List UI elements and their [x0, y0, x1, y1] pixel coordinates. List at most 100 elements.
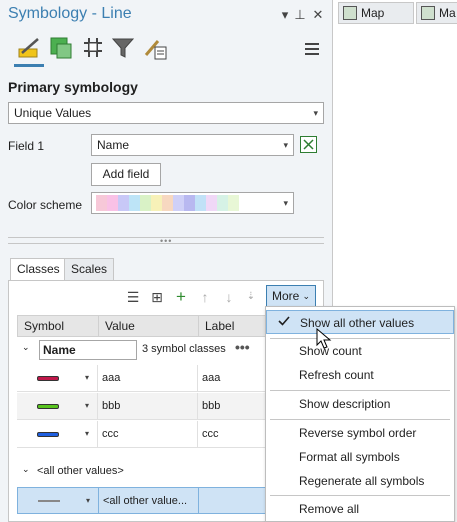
line-symbol-swatch[interactable] — [37, 404, 59, 409]
label-classes-icon — [144, 40, 167, 60]
menu-separator — [270, 495, 450, 496]
color-swatch — [107, 195, 118, 211]
color-scheme-label: Color scheme — [8, 198, 83, 212]
resize-grip-icon[interactable]: ••• — [160, 236, 172, 246]
renderer-value: Unique Values — [14, 106, 92, 120]
mouse-cursor-icon — [316, 328, 332, 349]
more-menu: Show all other values Show count Refresh… — [265, 306, 455, 522]
all-other-group-label: <all other values> — [37, 465, 124, 477]
chevron-down-icon: ▾ — [283, 198, 288, 208]
menu-item-regenerate-all-symbols[interactable]: Regenerate all symbols — [266, 469, 454, 493]
menu-item-show-description[interactable]: Show description — [266, 392, 454, 416]
field1-value: Name — [97, 138, 130, 152]
row-value[interactable]: aaa — [97, 365, 197, 391]
color-swatch — [217, 195, 228, 211]
line-symbol-swatch[interactable] — [38, 500, 60, 502]
chevron-down-icon[interactable]: ▾ — [85, 421, 89, 447]
field1-select[interactable]: Name ▾ — [91, 134, 294, 156]
move-down-icon[interactable]: ↓ — [221, 289, 237, 305]
tab-scales[interactable]: Scales — [64, 258, 115, 280]
row-value[interactable]: bbb — [97, 393, 197, 419]
chevron-down-icon: ▾ — [283, 140, 288, 150]
row-value[interactable]: ccc — [97, 421, 197, 447]
row-label[interactable]: aaa — [197, 365, 267, 391]
label-classes-tool[interactable] — [142, 35, 168, 61]
primary-symbology-tool[interactable] — [14, 35, 44, 67]
group-field-input[interactable]: Name — [39, 340, 137, 360]
color-scheme-swatches — [96, 195, 239, 214]
menu-item-show-all-other-values[interactable]: Show all other values — [266, 310, 454, 334]
row-label[interactable]: bbb — [197, 393, 267, 419]
menu-item-show-count[interactable]: Show count — [266, 339, 454, 363]
color-scheme-select[interactable]: ▾ — [91, 192, 294, 214]
pin-icon[interactable]: ⊥ — [293, 7, 307, 23]
color-swatch — [140, 195, 151, 211]
map-icon — [343, 6, 357, 20]
color-swatch — [173, 195, 184, 211]
color-swatch — [162, 195, 173, 211]
column-header-symbol[interactable]: Symbol — [18, 316, 98, 336]
section-divider — [8, 243, 324, 244]
table-view-icon[interactable]: ☰ — [125, 289, 141, 305]
group-count: 3 symbol classes — [142, 343, 226, 355]
vary-symbology-tool[interactable] — [48, 35, 74, 61]
map-tab-1[interactable]: Map — [338, 2, 414, 24]
line-symbol-swatch[interactable] — [37, 376, 59, 381]
pane-title: Symbology - Line — [8, 5, 132, 22]
pane-options-dropdown-icon[interactable]: ▾ — [278, 7, 292, 23]
filter-tool[interactable] — [110, 35, 136, 61]
renderer-select[interactable]: Unique Values ▾ — [8, 102, 324, 124]
menu-item-format-all-symbols[interactable]: Format all symbols — [266, 445, 454, 469]
symbology-toolbar — [0, 32, 333, 70]
more-button[interactable]: More ⌄ — [266, 285, 316, 307]
primary-symbology-heading: Primary symbology — [8, 79, 138, 95]
menu-item-reverse-symbol-order[interactable]: Reverse symbol order — [266, 421, 454, 445]
map-tab-label: Ma — [439, 6, 456, 20]
column-header-value[interactable]: Value — [98, 316, 198, 336]
row-label[interactable] — [198, 488, 268, 514]
move-bottom-icon[interactable]: ⇣ — [243, 289, 259, 305]
menu-item-remove-all[interactable]: Remove all — [266, 497, 454, 521]
group-options-icon[interactable]: ••• — [235, 339, 250, 355]
function-icon — [303, 139, 314, 150]
map-tab-label: Map — [361, 6, 385, 20]
symbol-layers-icon — [84, 38, 102, 57]
menu-separator — [270, 419, 450, 420]
pane-menu-icon[interactable] — [305, 43, 319, 55]
chevron-down-icon[interactable]: ▾ — [85, 365, 89, 391]
tab-classes[interactable]: Classes — [10, 258, 67, 280]
line-symbol-swatch[interactable] — [37, 432, 59, 437]
color-swatch — [228, 195, 239, 211]
collapse-icon[interactable]: ⌄ — [22, 342, 30, 353]
color-swatch — [129, 195, 140, 211]
color-swatch — [118, 195, 129, 211]
chevron-down-icon: ▾ — [313, 108, 318, 118]
checkmark-icon — [278, 316, 290, 326]
add-values-icon[interactable]: ⊞ — [149, 289, 165, 305]
close-icon[interactable]: ✕ — [311, 7, 325, 23]
filter-icon — [111, 38, 135, 58]
color-swatch — [195, 195, 206, 211]
field1-label: Field 1 — [8, 139, 45, 153]
pane-title-bar: Symbology - Line ▾ ⊥ ✕ — [0, 0, 333, 32]
more-label: More — [272, 289, 300, 303]
collapse-icon[interactable]: ⌄ — [22, 464, 30, 475]
chevron-down-icon[interactable]: ▾ — [86, 488, 90, 514]
color-swatch — [151, 195, 162, 211]
menu-item-refresh-count[interactable]: Refresh count — [266, 363, 454, 387]
color-swatch — [184, 195, 195, 211]
expression-icon[interactable] — [300, 136, 317, 153]
map-tab-2[interactable]: Ma — [416, 2, 457, 24]
add-field-button[interactable]: Add field — [91, 163, 161, 186]
color-swatch — [206, 195, 217, 211]
row-value[interactable]: <all other value... — [98, 488, 198, 514]
add-class-icon[interactable]: + — [173, 288, 189, 305]
symbol-layers-tool[interactable] — [80, 35, 106, 61]
move-up-icon[interactable]: ↑ — [197, 289, 213, 305]
menu-separator — [270, 390, 450, 391]
map-icon — [421, 6, 435, 20]
color-swatch — [96, 195, 107, 211]
row-label[interactable]: ccc — [197, 421, 267, 447]
chevron-down-icon[interactable]: ▾ — [85, 393, 89, 419]
vary-symbology-icon — [50, 37, 72, 59]
